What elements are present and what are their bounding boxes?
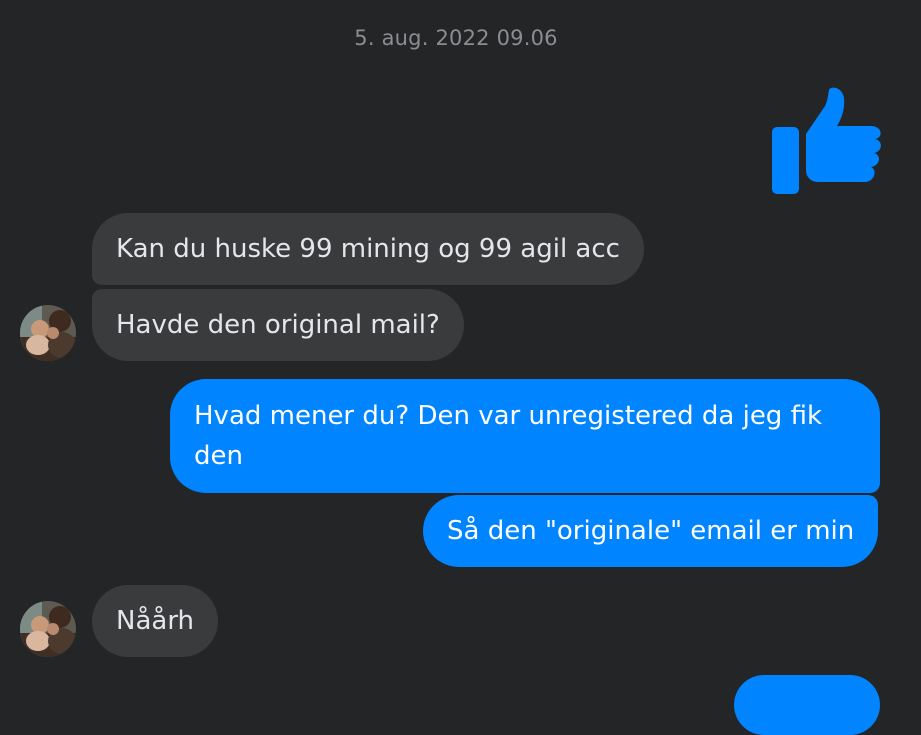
contact-avatar[interactable]: [20, 601, 76, 657]
outgoing-message-bubble[interactable]: Hvad mener du? Den var unregistered da j…: [170, 379, 880, 493]
incoming-message-bubble[interactable]: Kan du huske 99 mining og 99 agil acc: [92, 213, 644, 285]
message-timestamp: 5. aug. 2022 09.06: [354, 26, 558, 50]
contact-avatar[interactable]: [20, 305, 76, 361]
incoming-message-bubble[interactable]: Nåårh: [92, 585, 219, 657]
thumbs-up-icon[interactable]: [770, 86, 882, 196]
outgoing-message-bubble[interactable]: [734, 675, 880, 735]
incoming-message-bubble[interactable]: Havde den original mail?: [92, 289, 464, 361]
outgoing-message-bubble[interactable]: Så den "originale" email er min: [423, 495, 879, 567]
